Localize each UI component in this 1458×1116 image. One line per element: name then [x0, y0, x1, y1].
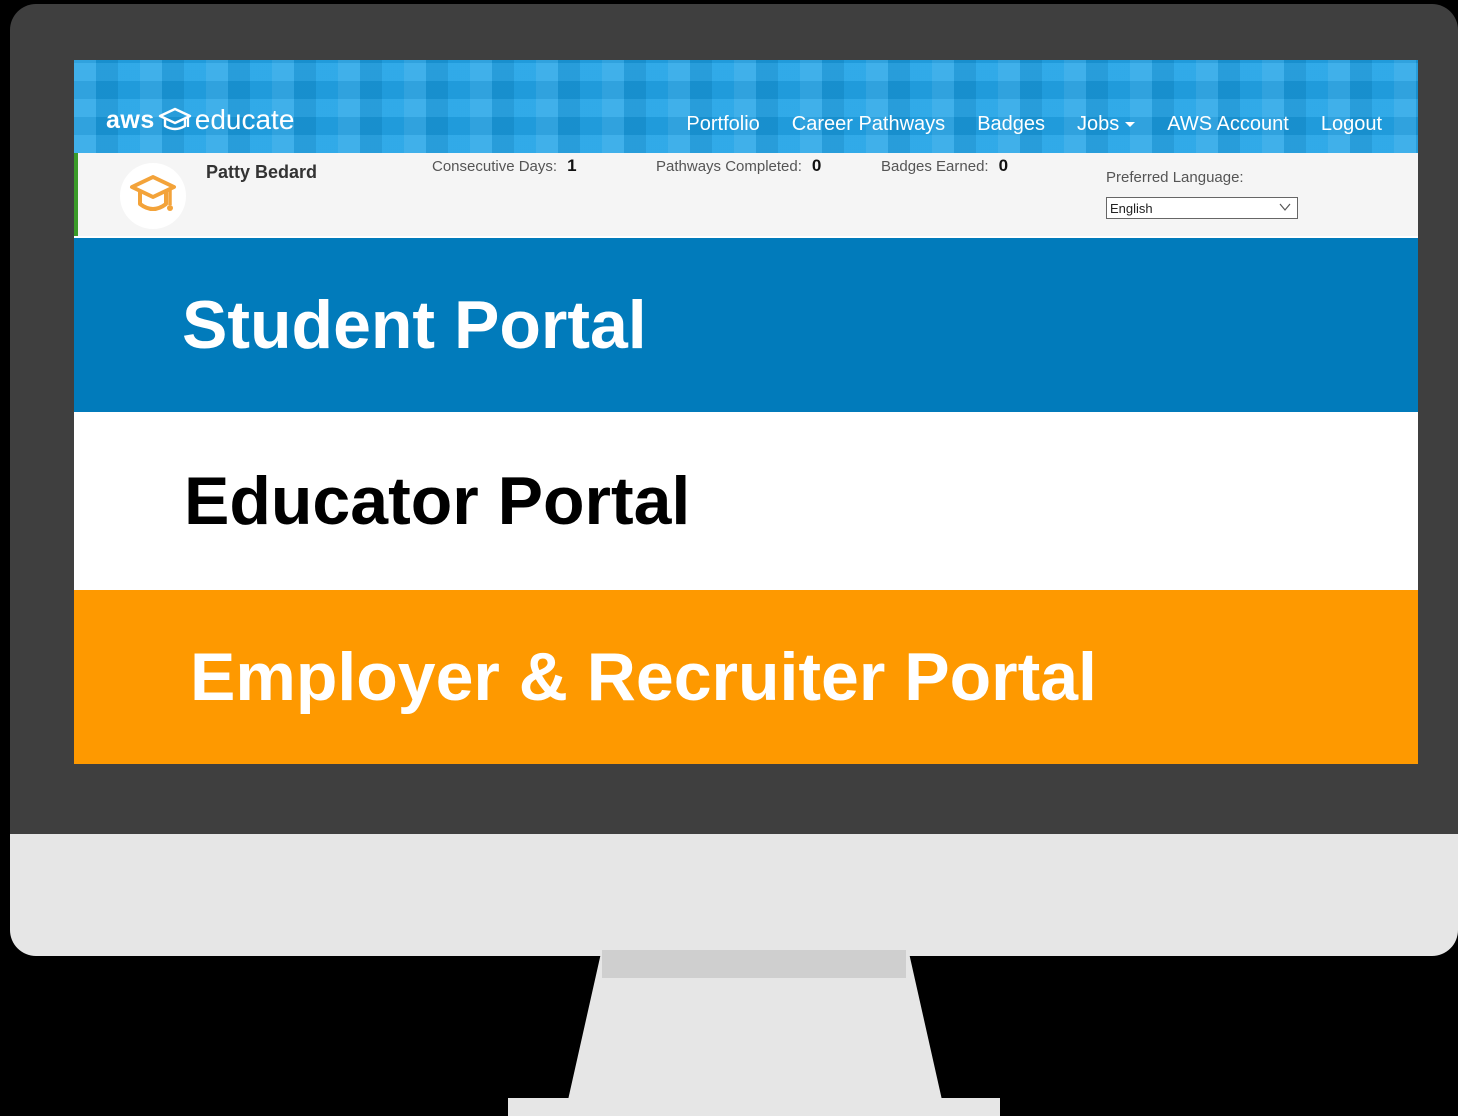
- stat-label: Badges Earned:: [881, 157, 989, 175]
- stat-value: 0: [811, 156, 822, 175]
- nav-career-pathways[interactable]: Career Pathways: [792, 113, 945, 136]
- user-name: Patty Bedard: [206, 162, 318, 182]
- monitor-chin: [10, 834, 1458, 956]
- nav-jobs-label: Jobs: [1077, 112, 1120, 135]
- stat-consecutive-days: Consecutive Days: 1: [432, 156, 577, 176]
- stat-label: Consecutive Days:: [432, 157, 558, 175]
- nav-jobs-dropdown[interactable]: Jobs: [1077, 112, 1136, 136]
- stat-value: 0: [998, 156, 1009, 175]
- language-label: Preferred Language:: [1106, 169, 1244, 186]
- nav-portfolio[interactable]: Portfolio: [686, 113, 759, 136]
- top-navigation: aws educate Portfolio Career Pathways Ba…: [74, 60, 1418, 153]
- stat-label: Pathways Completed:: [656, 157, 802, 175]
- language-select[interactable]: English: [1106, 197, 1298, 219]
- educator-portal-title: Educator Portal: [184, 463, 691, 539]
- monitor-stand-base: [508, 1098, 1000, 1116]
- logo-aws-text: aws: [106, 105, 155, 134]
- screen: aws educate Portfolio Career Pathways Ba…: [74, 60, 1418, 764]
- stat-badges-earned: Badges Earned: 0: [881, 156, 1008, 176]
- student-portal-title: Student Portal: [182, 287, 647, 363]
- nav-links: Portfolio Career Pathways Badges Jobs AW…: [654, 110, 1382, 138]
- caret-down-icon: [1125, 121, 1136, 127]
- student-portal-banner[interactable]: Student Portal: [74, 238, 1418, 412]
- stat-value: 1: [567, 156, 577, 175]
- graduation-cap-icon: [130, 175, 176, 211]
- nav-aws-account[interactable]: AWS Account: [1167, 113, 1289, 136]
- chevron-down-icon: [1279, 203, 1291, 211]
- employer-portal-title: Employer & Recruiter Portal: [190, 639, 1097, 715]
- graduation-cap-icon: [158, 107, 191, 131]
- logo-educate-text: educate: [194, 104, 295, 135]
- aws-educate-logo[interactable]: aws educate: [106, 100, 294, 140]
- employer-portal-banner[interactable]: Employer & Recruiter Portal: [74, 590, 1418, 764]
- nav-badges[interactable]: Badges: [977, 113, 1045, 136]
- avatar[interactable]: [120, 163, 186, 229]
- language-selected-value: English: [1110, 200, 1153, 216]
- nav-logout[interactable]: Logout: [1321, 113, 1382, 136]
- stat-pathways-completed: Pathways Completed: 0: [656, 156, 821, 176]
- educator-portal-banner[interactable]: Educator Portal: [74, 412, 1418, 590]
- monitor-stand-shadow: [602, 950, 906, 978]
